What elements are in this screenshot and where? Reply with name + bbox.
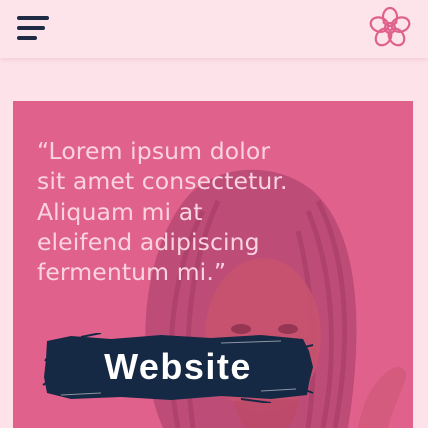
website-button-label: Website	[104, 346, 252, 387]
top-navigation-bar	[0, 0, 428, 58]
hero-banner: “Lorem ipsum dolor sit amet consectetur.…	[13, 101, 413, 428]
testimonial-quote: “Lorem ipsum dolor sit amet consectetur.…	[37, 137, 288, 287]
hamburger-menu-icon[interactable]	[14, 14, 54, 44]
website-button[interactable]: Website	[41, 333, 315, 403]
flower-logo-icon[interactable]	[368, 6, 412, 50]
